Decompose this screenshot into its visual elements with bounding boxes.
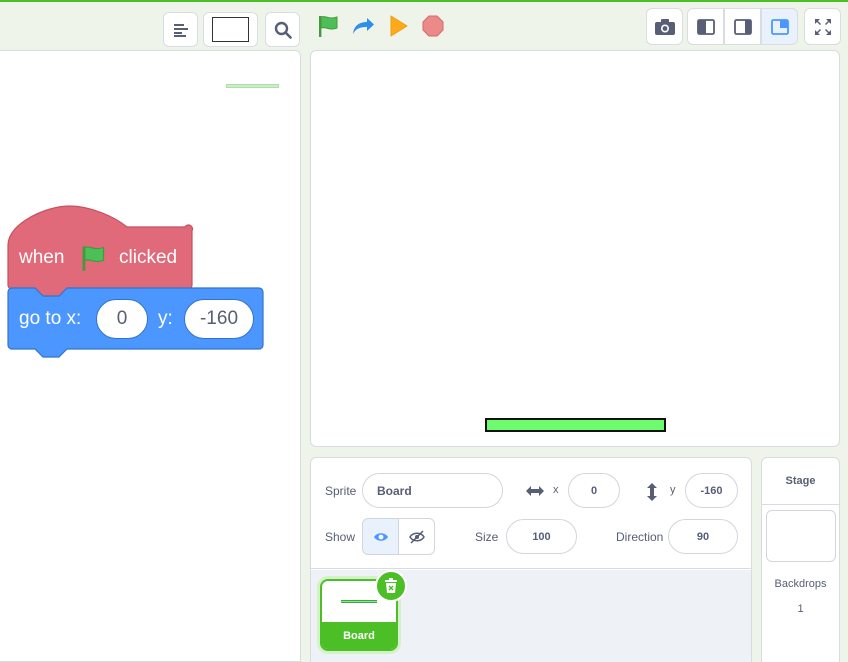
code-area[interactable]: when clicked go to x: 0 y: -160 <box>0 50 301 662</box>
trash-icon <box>385 578 397 593</box>
y-label: y <box>670 484 676 496</box>
stage-thumbnail[interactable] <box>766 510 836 562</box>
stop-button[interactable] <box>419 12 447 40</box>
x-label: x <box>553 484 559 496</box>
small-stage-icon <box>696 18 715 35</box>
fullscreen-button[interactable] <box>804 8 841 45</box>
turbo-button[interactable] <box>349 12 377 40</box>
large-stage-icon <box>770 18 789 35</box>
hat-clicked-text: clicked <box>119 247 178 268</box>
align-blocks-button[interactable] <box>163 12 198 47</box>
camera-icon <box>654 18 675 35</box>
sprite-label: Sprite <box>325 484 357 498</box>
stage-title: Stage <box>762 458 839 505</box>
direction-field[interactable]: 90 <box>668 519 738 554</box>
y-value-input[interactable]: -160 <box>184 299 254 339</box>
show-visible-button[interactable] <box>362 518 399 555</box>
project-title-input[interactable] <box>212 17 249 42</box>
small-stage-button[interactable] <box>687 8 724 45</box>
stop-icon <box>422 15 444 37</box>
normal-stage-icon <box>733 18 752 35</box>
turbo-arrow-icon <box>353 18 374 34</box>
search-button[interactable] <box>265 12 300 47</box>
sprite-name-field[interactable]: Board <box>362 473 503 508</box>
go-button[interactable] <box>384 12 412 40</box>
align-icon <box>173 23 188 37</box>
large-stage-button[interactable] <box>761 8 798 45</box>
green-flag-button[interactable] <box>314 12 342 40</box>
board-sprite[interactable] <box>485 418 666 432</box>
backdrops-count: 1 <box>797 603 804 615</box>
sprite-info-header: Sprite Board x 0 y -160 Show Size 100 Di… <box>311 458 751 569</box>
search-icon <box>274 21 292 39</box>
x-value-input[interactable]: 0 <box>96 299 148 339</box>
x-position-field[interactable]: 0 <box>568 473 620 508</box>
go-triangle-icon <box>390 15 408 37</box>
eye-icon <box>373 532 388 541</box>
size-field[interactable]: 100 <box>506 519 577 554</box>
show-hidden-button[interactable] <box>398 518 435 555</box>
delete-sprite-button[interactable] <box>375 570 407 602</box>
y-label: y: <box>158 308 173 329</box>
screenshot-button[interactable] <box>646 8 683 45</box>
sprite-thumbnail <box>341 600 377 603</box>
stage-canvas[interactable] <box>310 50 840 447</box>
scrollbar-handle[interactable] <box>226 84 279 88</box>
show-label: Show <box>325 530 356 544</box>
normal-stage-button[interactable] <box>724 8 761 45</box>
y-position-field[interactable]: -160 <box>685 473 738 508</box>
fullscreen-icon <box>814 18 831 35</box>
go-to-x-label: go to x: <box>19 308 82 329</box>
stage-selector[interactable]: Stage Backdrops 1 <box>761 457 840 662</box>
green-flag-icon <box>82 246 105 271</box>
project-title-box[interactable] <box>203 12 258 47</box>
sprite-info-panel: Sprite Board x 0 y -160 Show Size 100 Di… <box>310 457 752 662</box>
direction-label: Direction <box>616 530 664 544</box>
size-label: Size <box>475 530 499 544</box>
green-flag-icon <box>319 16 338 37</box>
sprite-tile-name: Board <box>322 622 396 649</box>
backdrops-label: Backdrops <box>774 578 827 590</box>
y-arrows-icon <box>647 483 657 501</box>
hat-when-text: when <box>19 247 65 268</box>
x-arrows-icon <box>526 486 544 496</box>
eye-slash-icon <box>408 529 425 544</box>
top-accent-line <box>0 0 848 2</box>
